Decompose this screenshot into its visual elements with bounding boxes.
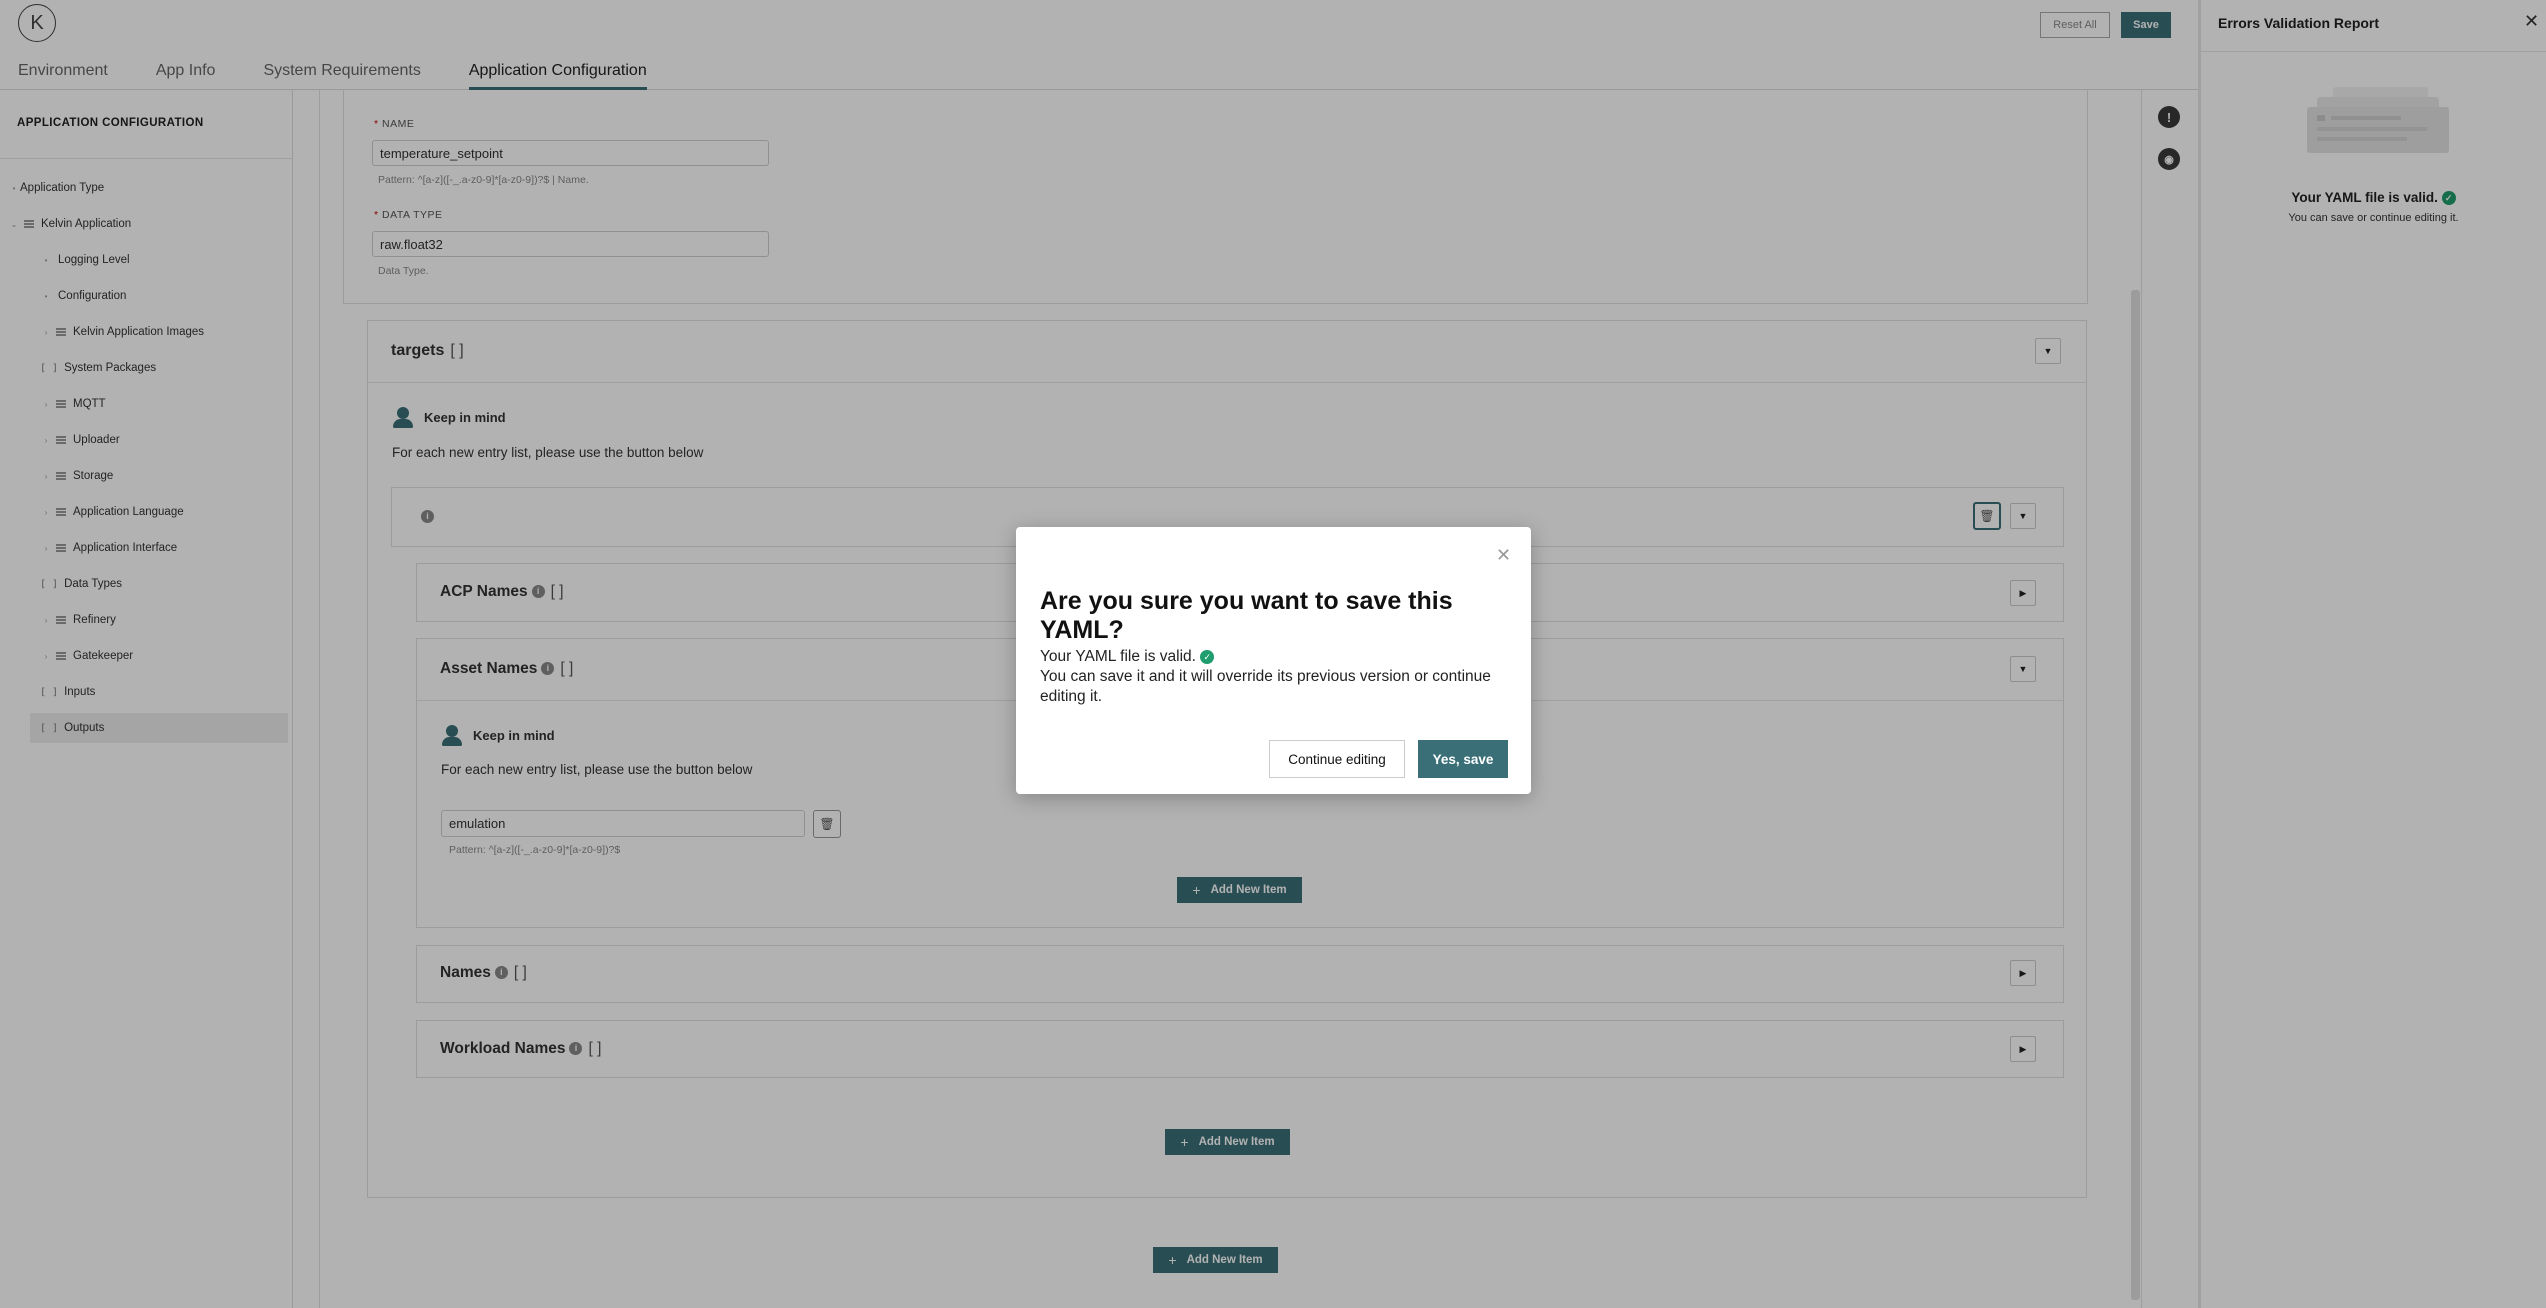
dialog-valid-text: Your YAML file is valid. ✓: [1040, 647, 1510, 667]
yes-save-button[interactable]: Yes, save: [1418, 740, 1508, 778]
check-icon: ✓: [1200, 649, 1215, 664]
dialog-body: You can save it and it will override its…: [1040, 668, 1491, 705]
dialog-title: Are you sure you want to save this YAML?: [1040, 587, 1453, 644]
save-confirm-dialog: ✕ Are you sure you want to save this YAM…: [1016, 527, 1531, 794]
continue-editing-button[interactable]: Continue editing: [1269, 740, 1405, 778]
close-icon[interactable]: ✕: [1496, 545, 1511, 566]
